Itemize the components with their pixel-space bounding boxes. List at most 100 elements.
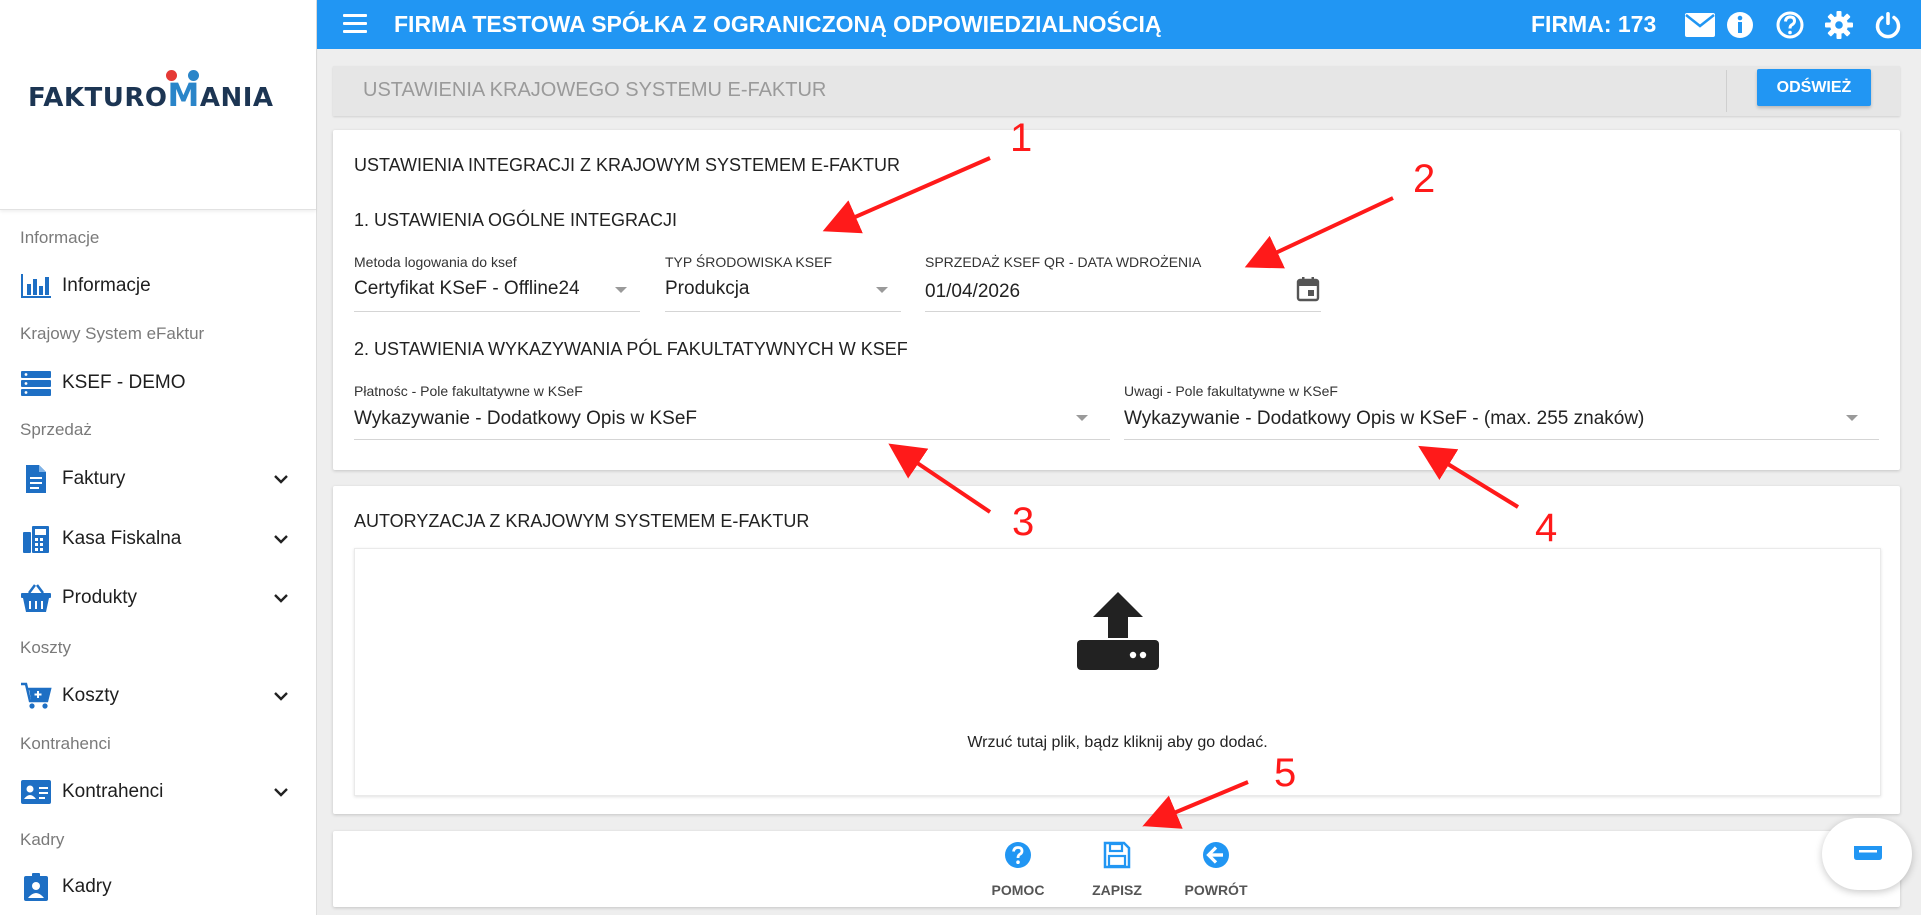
qr-date-value: 01/04/2026 — [925, 281, 1021, 302]
general-settings-heading: 1. USTAWIENIA OGÓLNE INTEGRACJI — [354, 210, 678, 230]
section-label-kontrahenci: Kontrahenci — [20, 734, 111, 753]
help-icon[interactable] — [1775, 10, 1805, 40]
section-label-kadry: Kadry — [20, 830, 65, 849]
dropdown-arrow-icon — [1846, 415, 1858, 421]
sidebar-item-produkty[interactable]: Produkty — [0, 574, 316, 622]
logo-text-right: ANIA — [199, 83, 274, 113]
page-title: USTAWIENIA KRAJOWEGO SYSTEMU E-FAKTUR — [363, 79, 827, 101]
section-label-sprzedaz: Sprzedaż — [20, 420, 92, 439]
server-icon — [20, 367, 52, 399]
sidebar-item-kadry[interactable]: Kadry — [0, 863, 316, 911]
sidebar-item-label: Kontrahenci — [62, 781, 164, 802]
panel-header: USTAWIENIA KRAJOWEGO SYSTEMU E-FAKTUR OD… — [333, 66, 1900, 116]
file-dropzone[interactable]: Wrzuć tutaj plik, bądz kliknij aby go do… — [354, 548, 1881, 796]
annotation-number-5: 5 — [1274, 751, 1297, 795]
top-bar: FIRMA TESTOWA SPÓŁKA Z OGRANICZONĄ ODPOW… — [317, 0, 1921, 49]
chevron-down-icon[interactable] — [272, 783, 290, 801]
section-label-informacje: Informacje — [20, 228, 100, 247]
authorization-heading: AUTORYZACJA Z KRAJOWYM SYSTEMEM E-FAKTUR — [354, 511, 810, 531]
document-icon — [20, 463, 52, 495]
chevron-down-icon[interactable] — [272, 530, 290, 548]
logo-dot-red — [165, 70, 177, 81]
section-label-ksef: Krajowy System eFaktur — [20, 324, 205, 343]
chat-icon — [1854, 846, 1882, 860]
settings-icon[interactable] — [1824, 10, 1854, 40]
logo-text-m: M — [165, 70, 200, 114]
optional-fields-heading: 2. USTAWIENIA WYKAZYWANIA PÓL FAKULTATYW… — [354, 339, 908, 359]
sidebar-item-label: Koszty — [62, 685, 120, 706]
remarks-field-value: Wykazywanie - Dodatkowy Opis w KSeF - (m… — [1124, 408, 1645, 429]
annotation-number-2: 2 — [1413, 157, 1436, 201]
menu-icon[interactable] — [343, 14, 367, 34]
refresh-button[interactable]: ODŚWIEŻ — [1757, 69, 1871, 106]
power-icon[interactable] — [1873, 10, 1903, 40]
section-label-koszty: Koszty — [20, 638, 72, 657]
company-id: FIRMA: 173 — [1531, 11, 1657, 37]
bar-chart-icon — [20, 270, 52, 302]
floating-chat-button[interactable] — [1822, 818, 1912, 890]
field-underline — [1124, 439, 1879, 440]
back-button[interactable]: POWRÓT — [1171, 841, 1261, 899]
sidebar-item-kontrahenci[interactable]: Kontrahenci — [0, 768, 316, 816]
sidebar-item-label: Kadry — [62, 876, 112, 897]
sidebar: FAKTUROM ANIA Informacje Informacje Krajo… — [0, 0, 317, 915]
contact-card-icon — [20, 776, 52, 808]
logo-text-left: FAKTURO — [28, 83, 168, 113]
integration-settings-card: USTAWIENIA INTEGRACJI Z KRAJOWYM SYSTEME… — [333, 130, 1900, 470]
dropdown-arrow-icon — [615, 287, 627, 293]
help-circle-icon — [1005, 842, 1031, 868]
header-divider — [1726, 70, 1727, 112]
sidebar-item-label: Faktury — [62, 468, 126, 489]
field-underline — [925, 311, 1321, 312]
annotation-number-3: 3 — [1012, 500, 1035, 544]
field-underline — [665, 311, 901, 312]
sidebar-item-kasa-fiskalna[interactable]: Kasa Fiskalna — [0, 515, 316, 563]
basket-icon — [20, 582, 52, 614]
sidebar-item-ksef-demo[interactable]: KSEF - DEMO — [0, 359, 316, 407]
payment-field-label: Płatnośc - Pole fakultatywne w KSeF — [354, 383, 583, 399]
qr-date-label: SPRZEDAŻ KSEF QR - DATA WDROŻENIA — [925, 254, 1202, 270]
logo-dot-blue — [187, 70, 199, 81]
sidebar-item-informacje[interactable]: Informacje — [0, 262, 316, 310]
sidebar-item-koszty[interactable]: Koszty — [0, 672, 316, 720]
chevron-down-icon[interactable] — [272, 589, 290, 607]
company-title: FIRMA TESTOWA SPÓŁKA Z OGRANICZONĄ ODPOW… — [394, 11, 1162, 37]
sidebar-item-label: Informacje — [62, 275, 151, 296]
calendar-icon[interactable] — [1296, 276, 1320, 302]
upload-icon — [1077, 592, 1159, 670]
sidebar-item-label: Kasa Fiskalna — [62, 528, 182, 549]
logo-m-letter: M — [167, 76, 200, 114]
save-button[interactable]: ZAPISZ — [1072, 841, 1162, 899]
cart-add-icon — [20, 680, 52, 712]
cash-register-icon — [20, 523, 52, 555]
mail-icon[interactable] — [1684, 12, 1716, 38]
sidebar-item-faktury[interactable]: Faktury — [0, 455, 316, 503]
login-method-label: Metoda logowania do ksef — [354, 254, 517, 270]
actions-card: POMOC ZAPISZ POWRÓT — [333, 831, 1900, 907]
chevron-down-icon[interactable] — [272, 687, 290, 705]
annotation-number-1: 1 — [1010, 116, 1033, 160]
help-button[interactable]: POMOC — [973, 841, 1063, 899]
dropzone-text: Wrzuć tutaj plik, bądz kliknij aby go do… — [967, 734, 1268, 751]
save-label: ZAPISZ — [1092, 882, 1142, 898]
fakturomania-logo[interactable]: FAKTUROM ANIA — [28, 70, 274, 114]
chevron-down-icon[interactable] — [272, 470, 290, 488]
floppy-disk-icon — [1103, 841, 1131, 869]
payment-field-value: Wykazywanie - Dodatkowy Opis w KSeF — [354, 408, 697, 429]
login-method-value: Certyfikat KSeF - Offline24 — [354, 278, 580, 299]
back-arrow-icon — [1203, 842, 1229, 868]
field-underline — [354, 311, 640, 312]
environment-label: TYP ŚRODOWISKA KSEF — [665, 254, 833, 270]
info-icon[interactable] — [1725, 10, 1755, 40]
help-label: POMOC — [991, 882, 1045, 898]
back-label: POWRÓT — [1184, 882, 1248, 898]
dropdown-arrow-icon — [1076, 415, 1088, 421]
sidebar-item-label: Produkty — [62, 587, 137, 608]
field-underline — [354, 439, 1110, 440]
logo-area: FAKTUROM ANIA — [0, 0, 316, 210]
person-badge-icon — [20, 871, 52, 903]
authorization-card: AUTORYZACJA Z KRAJOWYM SYSTEMEM E-FAKTUR… — [333, 486, 1900, 814]
environment-value: Produkcja — [665, 278, 750, 299]
remarks-field-label: Uwagi - Pole fakultatywne w KSeF — [1124, 383, 1338, 399]
annotation-number-4: 4 — [1535, 506, 1558, 550]
